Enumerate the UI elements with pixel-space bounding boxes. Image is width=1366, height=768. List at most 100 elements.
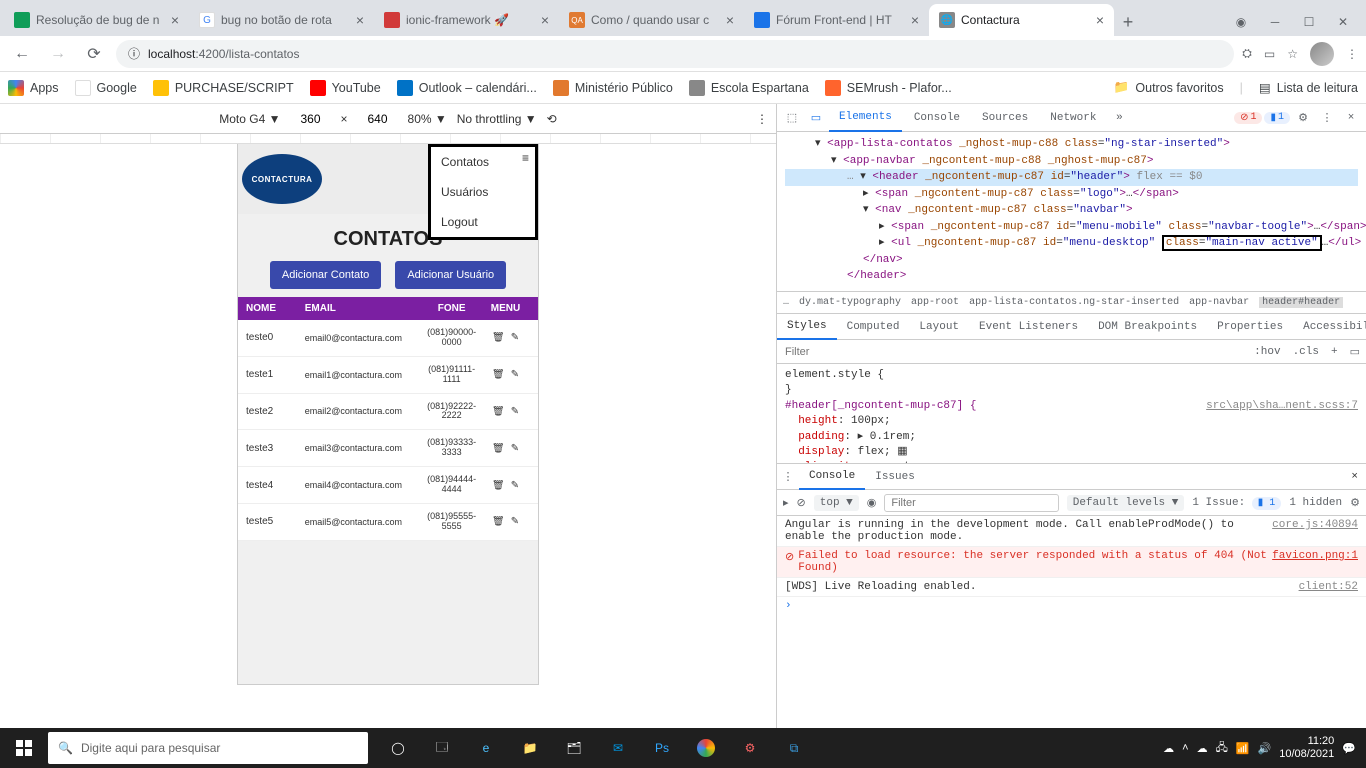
taskbar-app[interactable]: 🗔	[420, 728, 464, 768]
tab-elements[interactable]: Elements	[829, 104, 902, 132]
clear-console-icon[interactable]: ⊘	[797, 496, 806, 510]
issues-link[interactable]: 1 Issue: ▮ 1	[1192, 497, 1281, 509]
close-icon[interactable]: ×	[541, 12, 549, 28]
taskbar-app[interactable]: 🗂	[552, 728, 596, 768]
device-mode-icon[interactable]: ▭	[805, 111, 827, 125]
tab-3[interactable]: QAComo / quando usar c×	[559, 4, 744, 36]
tab-styles[interactable]: Styles	[777, 314, 837, 340]
tab-console[interactable]: Console	[904, 104, 970, 132]
kebab-menu-icon[interactable]: ⋮	[756, 112, 768, 126]
close-icon[interactable]: ×	[356, 12, 364, 28]
forward-button[interactable]: →	[44, 40, 72, 68]
gear-icon[interactable]: ⚙	[1292, 111, 1314, 125]
console-body[interactable]: Angular is running in the development mo…	[777, 516, 1366, 728]
delete-icon[interactable]: 🗑	[492, 332, 505, 343]
minimize-icon[interactable]: ─	[1260, 8, 1290, 36]
taskbar-app[interactable]	[684, 728, 728, 768]
view-mode-icon[interactable]: ▭	[1344, 345, 1366, 359]
menu-item-usuarios[interactable]: Usuários	[431, 177, 535, 207]
reload-button[interactable]: ⟳	[80, 40, 108, 68]
new-tab-button[interactable]: +	[1114, 8, 1142, 36]
zoom-select[interactable]: 80% ▼	[408, 112, 447, 126]
styles-filter-input[interactable]	[777, 346, 1248, 358]
more-tabs-icon[interactable]: »	[1108, 112, 1130, 124]
close-window-icon[interactable]: ✕	[1328, 8, 1358, 36]
tray-network-icon[interactable]: 🖧	[1216, 739, 1228, 758]
tab-console-drawer[interactable]: Console	[799, 464, 865, 490]
bookmark-item[interactable]: SEMrush - Plafor...	[825, 80, 952, 96]
tab-0[interactable]: Resolução de bug de n×	[4, 4, 189, 36]
close-icon[interactable]: ×	[171, 12, 179, 28]
sidebar-toggle-icon[interactable]: ▸	[783, 496, 789, 510]
taskbar-app[interactable]: Ps	[640, 728, 684, 768]
tab-event-listeners[interactable]: Event Listeners	[969, 314, 1088, 340]
tab-network[interactable]: Network	[1040, 104, 1106, 132]
bookmark-item[interactable]: YouTube	[310, 80, 381, 96]
kebab-menu-icon[interactable]: ⋮	[1316, 111, 1338, 125]
tab-issues[interactable]: Issues	[865, 464, 925, 490]
apps-button[interactable]: Apps	[8, 80, 59, 96]
maximize-icon[interactable]: ☐	[1294, 8, 1324, 36]
profile-avatar[interactable]	[1310, 42, 1334, 66]
url-input[interactable]: ⓘ localhost:4200/lista-contatos	[116, 40, 1234, 68]
styles-body[interactable]: element.style { } src\app\sha…nent.scss:…	[777, 364, 1366, 464]
tray-volume-icon[interactable]: 🔊	[1258, 742, 1272, 755]
cls-toggle[interactable]: .cls	[1287, 346, 1325, 358]
delete-icon[interactable]: 🗑	[492, 443, 505, 454]
device-select[interactable]: Moto G4 ▼	[219, 112, 280, 126]
tab-accessibility[interactable]: Accessibility	[1293, 314, 1366, 340]
menu-item-contatos[interactable]: Contatos	[431, 147, 535, 177]
close-icon[interactable]: ×	[726, 12, 734, 28]
menu-item-logout[interactable]: Logout	[431, 207, 535, 237]
dom-tree[interactable]: ▾ <app-lista-contatos _nghost-mup-c88 cl…	[777, 132, 1366, 292]
throttle-select[interactable]: No throttling ▼	[457, 112, 537, 126]
messages-badge[interactable]: ▮ 1	[1264, 112, 1290, 124]
tray-weather-icon[interactable]: ☁	[1163, 742, 1174, 755]
taskbar-app[interactable]: ⚙	[728, 728, 772, 768]
device-width-input[interactable]	[291, 111, 331, 127]
tray-onedrive-icon[interactable]: ☁	[1197, 742, 1208, 755]
bookmark-item[interactable]: PURCHASE/SCRIPT	[153, 80, 294, 96]
inspect-icon[interactable]: ⬚	[781, 111, 803, 125]
hov-toggle[interactable]: :hov	[1248, 346, 1286, 358]
reader-icon[interactable]: ▭	[1264, 47, 1275, 61]
back-button[interactable]: ←	[8, 40, 36, 68]
notifications-icon[interactable]: 💬	[1342, 742, 1356, 755]
edit-icon[interactable]: ✎	[511, 516, 519, 527]
console-filter-input[interactable]	[884, 494, 1058, 512]
edit-icon[interactable]: ✎	[511, 369, 519, 380]
taskbar-search[interactable]: 🔍Digite aqui para pesquisar	[48, 732, 368, 764]
tab-2[interactable]: ionic-framework 🚀×	[374, 4, 559, 36]
bookmark-item[interactable]: Outlook – calendári...	[397, 80, 537, 96]
kebab-menu-icon[interactable]: ⋮	[777, 470, 799, 484]
taskbar-app[interactable]: ✉	[596, 728, 640, 768]
edit-icon[interactable]: ✎	[511, 443, 519, 454]
taskbar-app[interactable]: 📁	[508, 728, 552, 768]
delete-icon[interactable]: 🗑	[492, 369, 505, 380]
bookmark-item[interactable]: Google	[75, 80, 137, 96]
add-contact-button[interactable]: Adicionar Contato	[270, 261, 381, 289]
delete-icon[interactable]: 🗑	[492, 480, 505, 491]
close-icon[interactable]: ×	[1343, 471, 1366, 483]
tab-5[interactable]: 🌐Contactura×	[929, 4, 1114, 36]
close-icon[interactable]: ×	[1096, 12, 1104, 28]
tab-layout[interactable]: Layout	[909, 314, 969, 340]
gear-icon[interactable]: ⚙	[1350, 496, 1360, 510]
bookmark-item[interactable]: Escola Espartana	[689, 80, 809, 96]
edit-icon[interactable]: ✎	[511, 480, 519, 491]
console-prompt[interactable]: ›	[777, 597, 1366, 615]
edit-icon[interactable]: ✎	[511, 332, 519, 343]
device-height-input[interactable]	[358, 111, 398, 127]
add-rule-icon[interactable]: +	[1325, 346, 1344, 358]
levels-select[interactable]: Default levels ▼	[1067, 495, 1185, 511]
start-button[interactable]	[0, 740, 48, 756]
tab-sources[interactable]: Sources	[972, 104, 1038, 132]
tray-wifi-icon[interactable]: 📶	[1236, 742, 1250, 755]
add-user-button[interactable]: Adicionar Usuário	[395, 261, 506, 289]
tab-1[interactable]: Gbug no botão de rota×	[189, 4, 374, 36]
other-bookmarks[interactable]: 📁Outros favoritos	[1114, 80, 1224, 95]
reading-list[interactable]: ▤Lista de leitura	[1259, 80, 1358, 95]
kebab-menu-icon[interactable]: ⋮	[1346, 47, 1358, 61]
bookmark-item[interactable]: Ministério Público	[553, 80, 673, 96]
taskbar-clock[interactable]: 11:2010/08/2021	[1279, 735, 1334, 761]
